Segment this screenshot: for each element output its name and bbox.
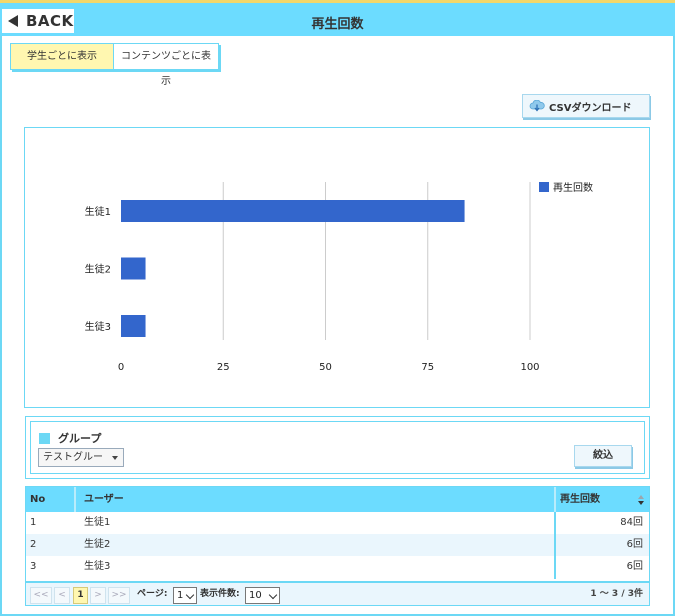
current-page-button[interactable]: 1 [73,587,88,604]
group-filter-inner: グループ テストグルー 絞込 [30,421,645,474]
page-select[interactable]: 1 [173,587,197,604]
bar [121,257,146,280]
x-tick-label: 50 [319,362,332,373]
chevron-down-icon [268,590,278,600]
cell-count: 6回 [626,561,643,572]
per-page-select[interactable]: 10 [245,587,280,604]
group-square-icon [39,432,50,444]
tab-by-student[interactable]: 学生ごとに表示 [11,44,114,69]
column-header-count-label: 再生回数 [560,494,600,505]
group-filter-panel: グループ テストグルー 絞込 [25,416,650,479]
tab-by-content[interactable]: コンテンツごとに表示 [114,44,218,87]
filter-button[interactable]: 絞込 [574,445,632,467]
page-title: 再生回数 [311,17,364,32]
cell-count: 84回 [620,517,643,528]
prev-page-button[interactable]: < [54,587,70,604]
column-divider [554,512,556,579]
category-label: 生徒1 [85,205,111,218]
group-select[interactable]: テストグルー [38,448,124,467]
group-label-row: グループ [39,430,101,446]
category-label: 生徒3 [85,320,111,333]
last-page-button[interactable]: >> [108,587,130,604]
column-header-count[interactable]: 再生回数 [556,487,649,512]
x-tick-label: 25 [217,362,230,373]
page-select-value: 1 [177,590,184,601]
cell-user: 生徒2 [84,539,111,550]
csv-download-label: CSVダウンロード [549,102,632,114]
x-tick-label: 100 [520,362,539,373]
x-tick-label: 0 [118,362,124,373]
column-header-user[interactable]: ユーザー [80,487,550,512]
column-header-no[interactable]: No [26,487,74,512]
playcount-bar-chart: 0 25 50 75 100 生徒1 生徒2 生徒3 再生回数 [85,181,593,373]
table-header: No ユーザー 再生回数 [26,487,649,512]
cell-no: 2 [30,539,37,550]
page-label: ページ: [137,589,168,599]
cell-user: 生徒3 [84,561,111,572]
caret-down-icon [112,456,118,460]
bar [121,200,465,222]
bar [121,315,146,337]
first-page-button[interactable]: << [30,587,52,604]
legend-label: 再生回数 [553,181,593,194]
next-page-button[interactable]: > [90,587,106,604]
cell-no: 3 [30,561,37,572]
csv-download-button[interactable]: CSVダウンロード [522,94,650,118]
group-select-value: テストグルー [43,452,103,463]
per-page-label: 表示件数: [200,589,240,599]
view-tabs: 学生ごとに表示 コンテンツごとに表示 [10,43,219,87]
per-page-select-value: 10 [249,590,262,601]
cell-no: 1 [30,517,37,528]
category-label: 生徒2 [85,263,111,276]
pagination-bar: << < 1 > >> ページ: 1 表示件数: 10 1 〜 3 / 3件 [26,581,649,605]
x-tick-label: 75 [421,362,434,373]
column-separator [74,487,76,512]
header-bar: BACK 再生回数 [0,0,675,36]
chevron-down-icon [185,590,195,600]
results-table: No ユーザー 再生回数 1 生徒1 84回 2 生徒2 6回 3 生徒3 6回… [25,486,650,606]
cell-user: 生徒1 [84,517,111,528]
chart-panel: 0 25 50 75 100 生徒1 生徒2 生徒3 再生回数 [24,127,650,408]
result-summary: 1 〜 3 / 3件 [590,589,643,599]
sort-icon[interactable] [637,494,645,506]
legend-swatch [539,182,549,192]
group-label: グループ [58,432,102,445]
cell-count: 6回 [626,539,643,550]
cloud-download-icon [529,100,545,112]
